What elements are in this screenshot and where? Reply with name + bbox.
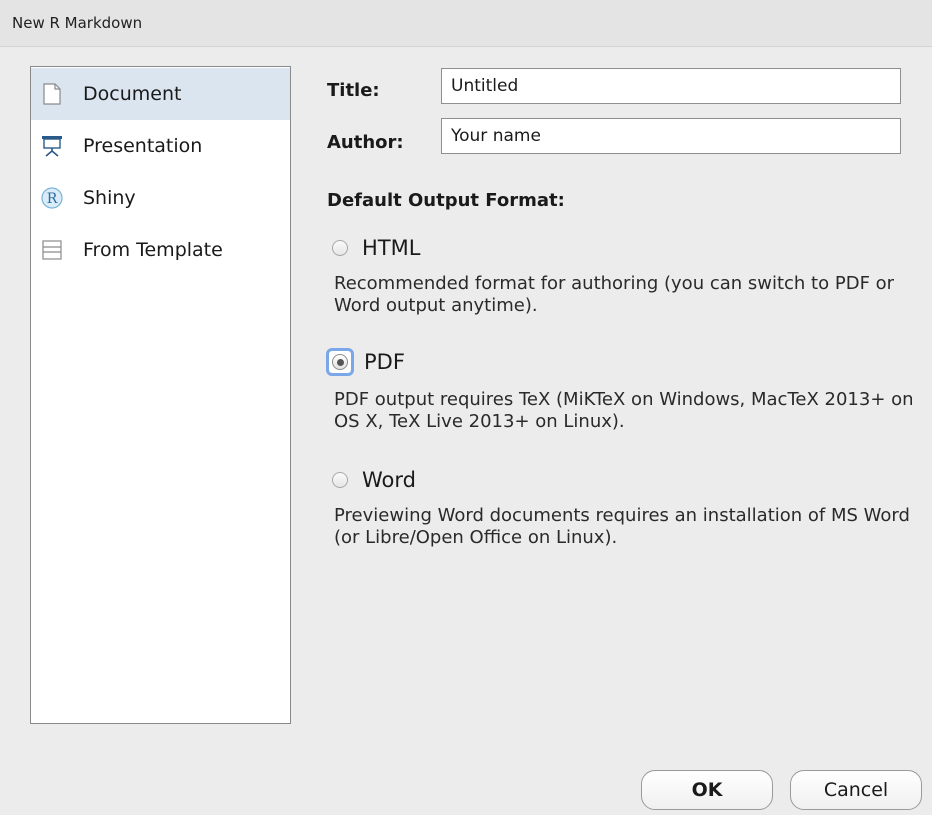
- pdf-description: PDF output requires TeX (MiKTeX on Windo…: [334, 389, 914, 432]
- sidebar-item-label: Document: [83, 83, 182, 105]
- author-input[interactable]: [441, 118, 901, 154]
- sidebar-item-label: Presentation: [83, 135, 203, 157]
- author-label: Author:: [327, 132, 404, 153]
- default-output-format-title: Default Output Format:: [327, 190, 565, 211]
- sidebar-item-presentation[interactable]: Presentation: [31, 120, 290, 172]
- shiny-r-icon: R: [41, 187, 63, 209]
- template-icon: [41, 239, 63, 261]
- svg-text:R: R: [47, 191, 58, 207]
- radio-label-pdf: PDF: [364, 350, 405, 374]
- html-description: Recommended format for authoring (you ca…: [334, 273, 895, 316]
- radio-word[interactable]: Word: [332, 468, 416, 492]
- sidebar-item-shiny[interactable]: R Shiny: [31, 172, 290, 224]
- title-input[interactable]: [441, 68, 901, 104]
- radio-dot-outer: [332, 354, 348, 370]
- sidebar-item-from-template[interactable]: From Template: [31, 224, 290, 276]
- word-description: Previewing Word documents requires an in…: [334, 505, 910, 548]
- radio-pdf[interactable]: PDF: [326, 348, 405, 376]
- sidebar-item-label: Shiny: [83, 187, 136, 209]
- radio-button-checked[interactable]: [326, 348, 354, 376]
- radio-button[interactable]: [332, 472, 348, 488]
- radio-html[interactable]: HTML: [332, 236, 420, 260]
- document-icon: [41, 83, 63, 105]
- ok-button[interactable]: OK: [641, 770, 773, 810]
- sidebar-item-document[interactable]: Document: [31, 68, 290, 120]
- window-title: New R Markdown: [12, 14, 143, 32]
- sidebar-item-label: From Template: [83, 239, 223, 261]
- title-bar: New R Markdown: [0, 0, 932, 47]
- radio-dot: [336, 358, 344, 366]
- presentation-icon: [41, 135, 63, 157]
- radio-label-html: HTML: [362, 236, 421, 260]
- template-sidebar: Document Presentation R Shiny From Templ…: [30, 66, 291, 724]
- cancel-button[interactable]: Cancel: [790, 770, 922, 810]
- radio-label-word: Word: [362, 468, 416, 492]
- title-label: Title:: [327, 80, 380, 101]
- radio-button[interactable]: [332, 240, 348, 256]
